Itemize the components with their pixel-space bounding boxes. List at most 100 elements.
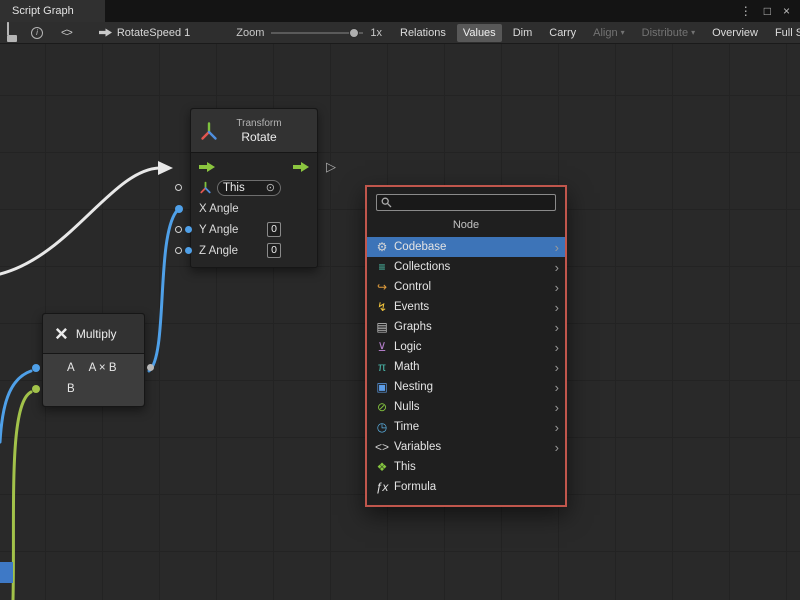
code-brackets-icon: <> — [61, 27, 72, 39]
y-angle-value-field[interactable]: 0 — [267, 222, 281, 237]
fullscreen-button[interactable]: Full Screen — [769, 24, 800, 42]
finder-item-math[interactable]: π Math › — [367, 357, 565, 377]
y-angle-input-port[interactable] — [175, 226, 182, 233]
node-search-box[interactable] — [376, 194, 556, 211]
x-angle-label: X Angle — [199, 203, 239, 215]
zoom-label: Zoom — [236, 27, 264, 39]
pi-icon: π — [374, 360, 390, 374]
window-controls: ⋮ □ × — [740, 0, 800, 22]
this-port-row: This ⊙ — [191, 177, 317, 198]
code-view-button[interactable]: <> — [54, 22, 79, 43]
node-search-input[interactable] — [396, 197, 551, 209]
lock-icon — [7, 23, 17, 42]
distribute-dropdown[interactable]: Distribute ▾ — [636, 24, 701, 42]
b-port-row: B — [43, 378, 144, 399]
chevron-right-icon: › — [555, 361, 559, 374]
overview-button[interactable]: Overview — [706, 24, 764, 42]
chevron-right-icon: › — [555, 441, 559, 454]
node-body: A A × B B — [43, 354, 144, 406]
flow-output-arrow-icon[interactable] — [293, 162, 309, 172]
kebab-menu-icon[interactable]: ⋮ — [740, 4, 752, 18]
finder-item-graphs[interactable]: ▤ Graphs › — [367, 317, 565, 337]
search-icon — [381, 197, 392, 208]
finder-item-events[interactable]: ↯ Events › — [367, 297, 565, 317]
relations-button[interactable]: Relations — [394, 24, 452, 42]
flow-input-arrow-icon[interactable] — [199, 162, 215, 172]
chevron-down-icon: ▾ — [621, 28, 625, 37]
zoom-slider-knob[interactable] — [349, 28, 359, 38]
wire-b-input[interactable] — [13, 392, 31, 600]
finder-item-variables[interactable]: <> Variables › — [367, 437, 565, 457]
graph-toolbar: i <> RotateSpeed 1 Zoom 1x Relations Val… — [0, 22, 800, 44]
finder-item-this[interactable]: ❖ This — [367, 457, 565, 477]
tab-script-graph[interactable]: Script Graph — [0, 0, 105, 22]
lock-button[interactable] — [0, 22, 24, 43]
flow-ports-row: ▷ — [191, 156, 317, 177]
unity-visual-scripting-window: Script Graph ⋮ □ × i <> RotateSpeed 1 Zo… — [0, 0, 800, 600]
a-input-port[interactable] — [32, 364, 40, 372]
a-port-label: A — [67, 362, 75, 374]
chevron-right-icon: › — [555, 341, 559, 354]
x-angle-port-row: X Angle — [191, 198, 317, 219]
transform-axes-icon — [199, 181, 212, 194]
info-button[interactable]: i — [24, 22, 50, 43]
b-input-port[interactable] — [32, 385, 40, 393]
zoom-slider[interactable] — [271, 27, 363, 39]
dim-button[interactable]: Dim — [507, 24, 539, 42]
x-angle-input-port[interactable] — [175, 205, 183, 213]
this-input-port[interactable] — [175, 184, 182, 191]
chevron-right-icon: › — [555, 421, 559, 434]
node-titles: Transform Rotate — [219, 118, 299, 144]
finder-item-collections[interactable]: ≡ Collections › — [367, 257, 565, 277]
b-port-label: B — [67, 383, 75, 395]
z-angle-label: Z Angle — [199, 245, 238, 257]
finder-list: ⚙ Codebase › ≡ Collections › ↪ Control ›… — [367, 237, 565, 497]
maximize-icon[interactable]: □ — [764, 4, 771, 18]
carry-button[interactable]: Carry — [543, 24, 582, 42]
offscreen-node-fragment[interactable] — [0, 562, 13, 583]
logic-icon: ⊻ — [374, 340, 390, 354]
this-object-field[interactable]: This ⊙ — [217, 180, 281, 196]
finder-item-control[interactable]: ↪ Control › — [367, 277, 565, 297]
zoom-value: 1x — [370, 27, 382, 39]
tab-bar: Script Graph ⋮ □ × — [0, 0, 800, 22]
finder-item-nulls[interactable]: ⊘ Nulls › — [367, 397, 565, 417]
transform-rotate-node[interactable]: Transform Rotate ▷ — [190, 108, 318, 268]
lightning-icon: ↯ — [374, 300, 390, 314]
multiply-node[interactable]: × Multiply A A × B B — [42, 313, 145, 407]
toolbar-buttons: Relations Values Dim Carry Align ▾ Distr… — [394, 24, 800, 42]
finder-item-logic[interactable]: ⊻ Logic › — [367, 337, 565, 357]
fuzzy-finder-popup: Node ⚙ Codebase › ≡ Collections › ↪ Cont… — [365, 185, 567, 507]
node-header[interactable]: Transform Rotate — [191, 109, 317, 153]
finder-item-formula[interactable]: ƒx Formula — [367, 477, 565, 497]
wire-multiply-to-xangle[interactable] — [149, 212, 176, 371]
wire-flow-input[interactable] — [0, 168, 159, 274]
product-output-port[interactable] — [147, 364, 154, 371]
node-title: Multiply — [76, 327, 117, 341]
finder-item-time[interactable]: ◷ Time › — [367, 417, 565, 437]
node-header[interactable]: × Multiply — [43, 314, 144, 354]
chevron-right-icon: › — [555, 241, 559, 254]
graph-name: RotateSpeed 1 — [117, 27, 190, 39]
z-angle-port-row: Z Angle 0 — [191, 240, 317, 261]
finder-item-codebase[interactable]: ⚙ Codebase › — [367, 237, 565, 257]
folder-icon: ▤ — [374, 320, 390, 334]
graph-reference-breadcrumb[interactable]: RotateSpeed 1 — [99, 27, 190, 39]
chevron-down-icon: ▾ — [691, 28, 695, 37]
transform-axes-icon — [199, 121, 219, 141]
graph-canvas[interactable]: Transform Rotate ▷ — [0, 44, 800, 600]
align-dropdown[interactable]: Align ▾ — [587, 24, 630, 42]
this-field-label: This — [223, 182, 245, 194]
branch-icon: ↪ — [374, 280, 390, 294]
script-graph-icon — [99, 28, 112, 37]
y-angle-port-row: Y Angle 0 — [191, 219, 317, 240]
z-angle-value-field[interactable]: 0 — [267, 243, 281, 258]
z-angle-type-dot — [185, 247, 192, 254]
z-angle-input-port[interactable] — [175, 247, 182, 254]
flow-out-triangle-icon[interactable]: ▷ — [326, 159, 336, 175]
close-icon[interactable]: × — [783, 4, 790, 18]
object-picker-icon[interactable]: ⊙ — [266, 181, 275, 194]
info-icon: i — [31, 27, 43, 39]
values-button[interactable]: Values — [457, 24, 502, 42]
finder-item-nesting[interactable]: ▣ Nesting › — [367, 377, 565, 397]
